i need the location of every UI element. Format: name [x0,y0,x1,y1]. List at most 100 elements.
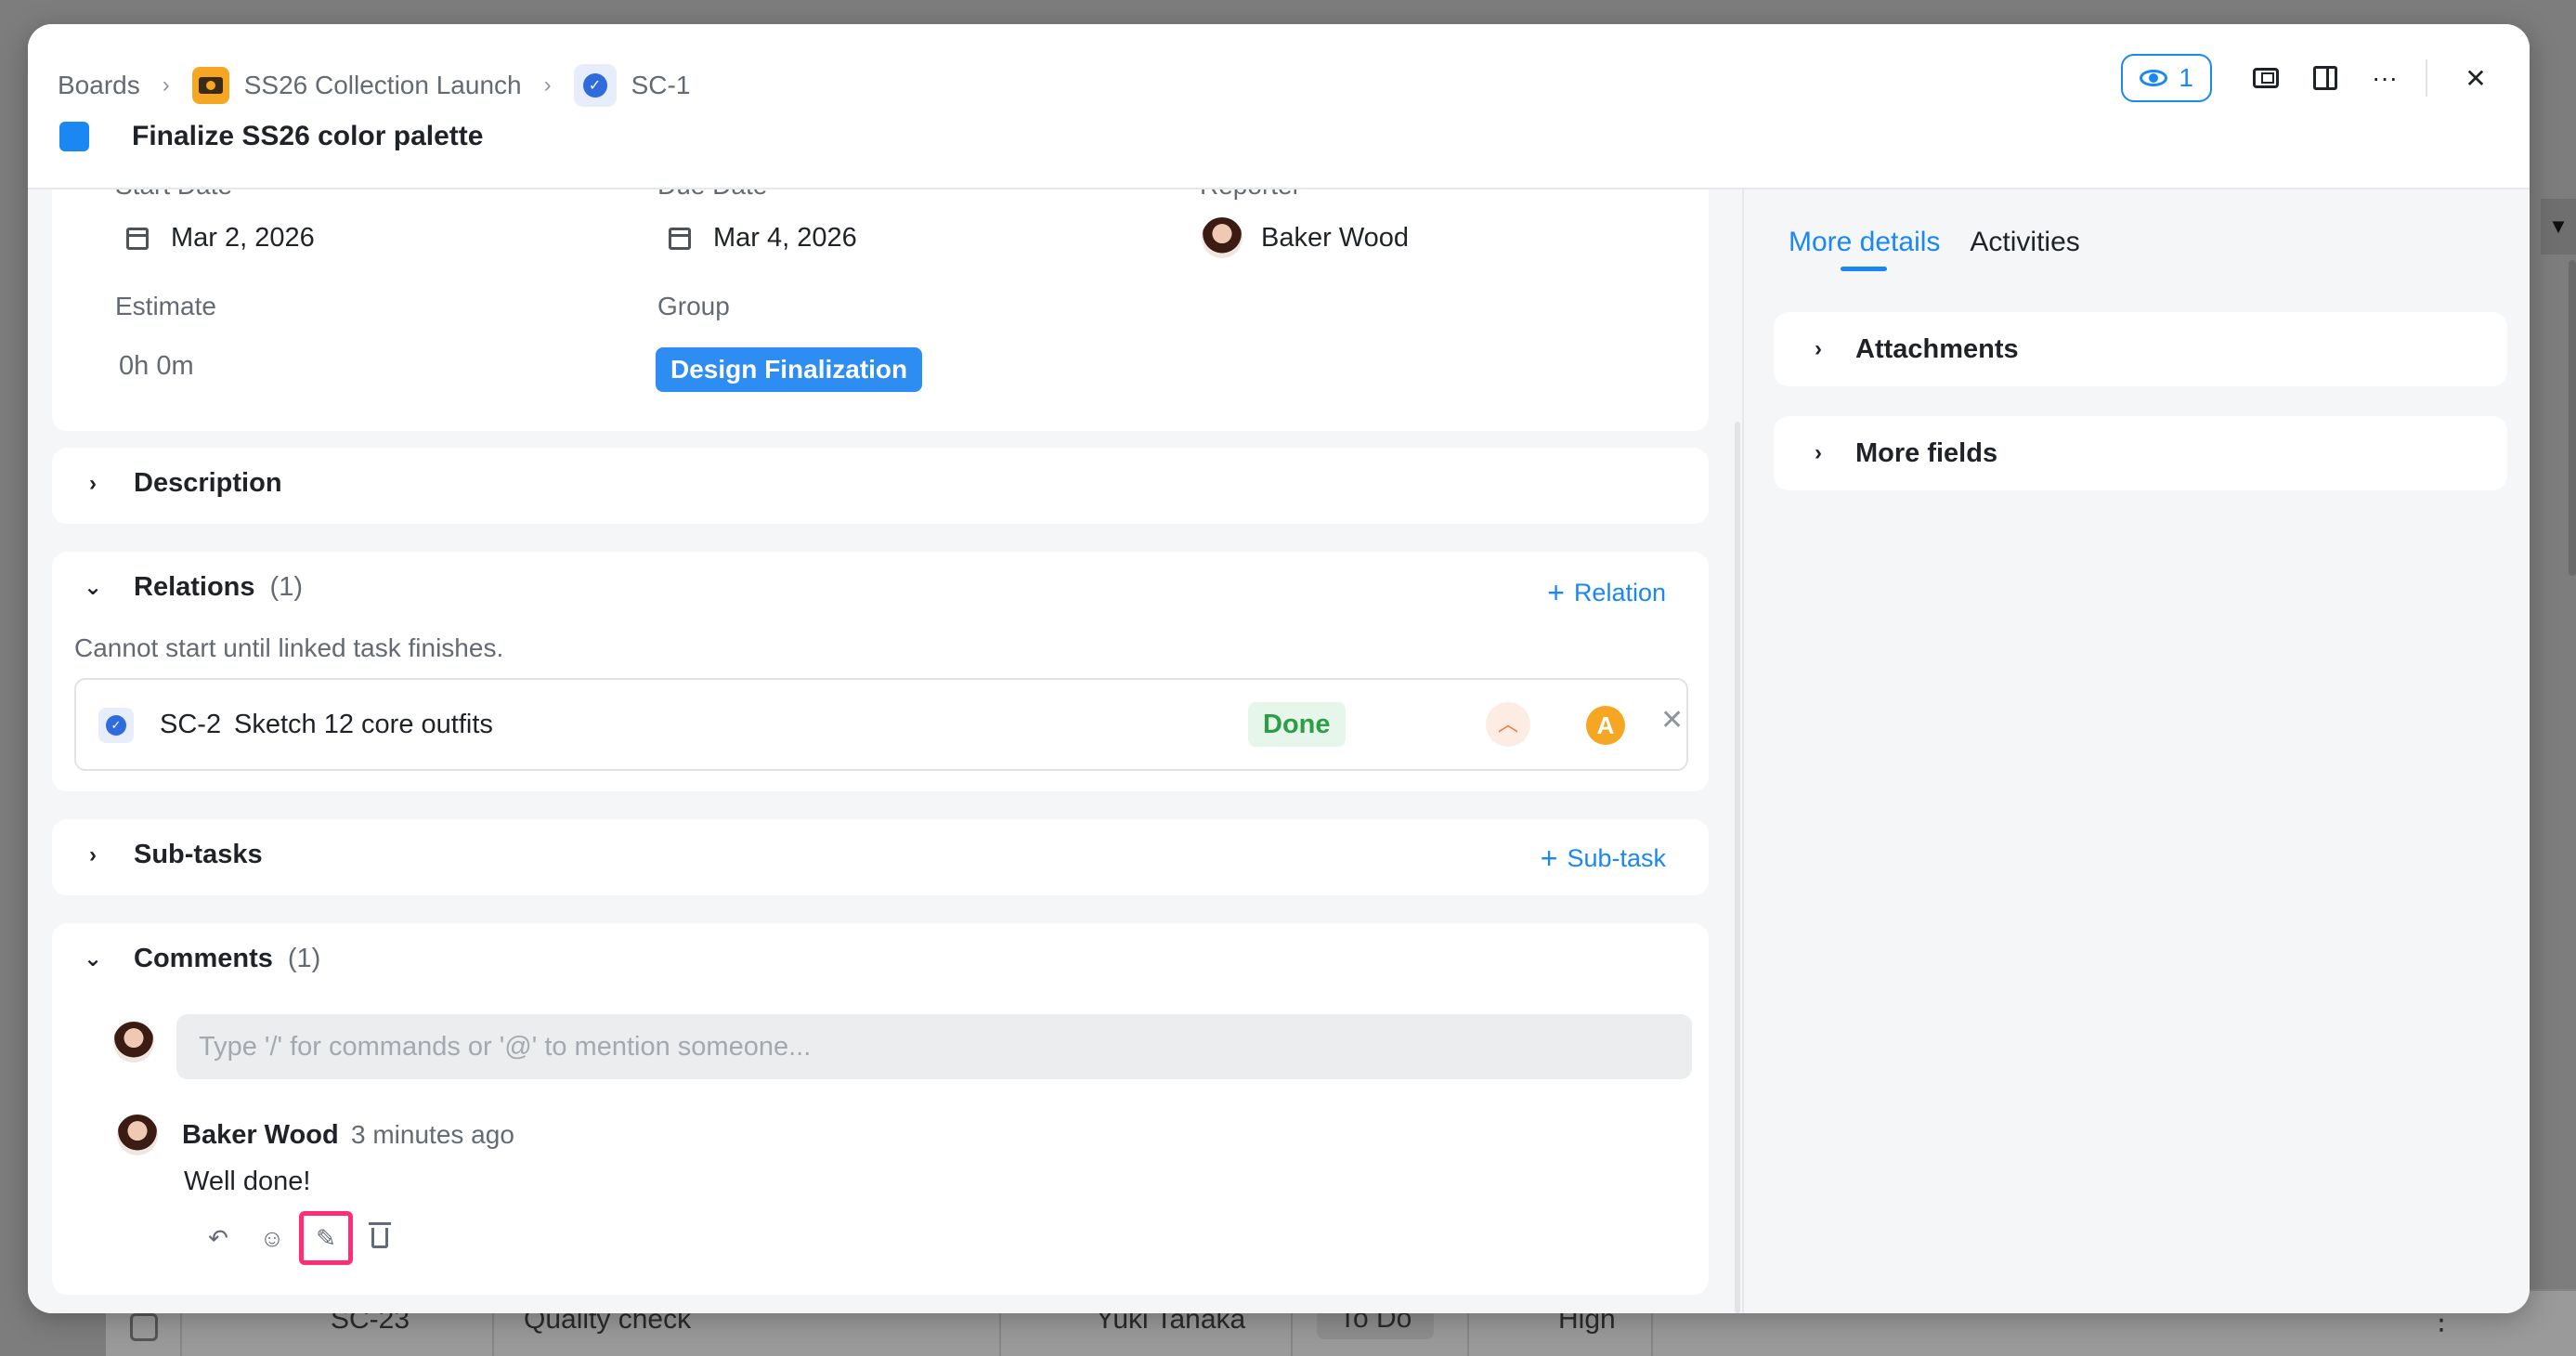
priority-high-icon[interactable]: ︿ [1486,702,1530,747]
chevron-down-icon: ⌄ [83,946,103,971]
add-subtask-label: Sub-task [1567,844,1666,872]
comment-body: Well done! [184,1167,311,1196]
relation-row[interactable]: ✓ SC-2 Sketch 12 core outfits Done ︿ A ✕ [74,678,1688,771]
due-date-field[interactable]: Mar 4, 2026 [669,223,857,254]
avatar [1202,217,1242,258]
comments-title: Comments [134,944,273,973]
modal-header: Boards › SS26 Collection Launch › ✓ SC-1… [28,24,2530,189]
comment-author-avatar [117,1115,158,1155]
comments-count: (1) [287,944,321,973]
more-fields-section[interactable]: › More fields [1774,416,2507,490]
edit-icon[interactable]: ✎ [299,1211,353,1265]
fields-card: Start Date Mar 2, 2026 Due Date Mar 4, 2… [52,189,1709,431]
side-panel-button[interactable] [2299,54,2351,102]
start-date-label: Start Date [115,189,232,201]
delete-button[interactable] [353,1211,407,1265]
close-button[interactable]: ✕ [2450,54,2502,102]
add-subtask-button[interactable]: + Sub-task [1541,841,1666,876]
more-options-button[interactable]: ··· [2359,54,2411,102]
chevron-right-icon: › [89,470,97,496]
start-date-value: Mar 2, 2026 [171,223,315,253]
calendar-icon [126,227,149,250]
reporter-label: Reporter [1200,189,1301,201]
task-main-pane[interactable]: Start Date Mar 2, 2026 Due Date Mar 4, 2… [28,189,1742,1313]
watchers-button[interactable]: 1 [2121,54,2212,102]
chevron-down-icon: ⌄ [83,575,103,600]
comment-author[interactable]: Baker Wood [182,1120,339,1151]
estimate-label: Estimate [115,292,216,320]
header-divider [2426,59,2427,97]
picture-in-picture-button[interactable] [2240,54,2292,102]
header-actions: 1 ··· ✕ [2121,52,2502,104]
tab-activities[interactable]: Activities [1970,227,2079,271]
board-icon [191,67,229,104]
eye-icon [2140,70,2168,86]
estimate-value[interactable]: 0h 0m [119,351,194,382]
remove-relation-icon[interactable]: ✕ [1660,704,1684,737]
more-fields-title: More fields [1855,437,1998,468]
subtasks-header[interactable]: › Sub-tasks [74,840,263,870]
description-section: › Description [52,448,1709,524]
emoji-icon[interactable]: ☺ [245,1211,299,1265]
due-date-label: Due Date [657,189,767,201]
details-pane: More details Activities › Attachments › … [1742,189,2530,1313]
close-icon: ✕ [2465,63,2487,93]
add-relation-label: Relation [1573,579,1666,606]
breadcrumb: Boards › SS26 Collection Launch › ✓ SC-1 [58,59,690,111]
subtasks-title: Sub-tasks [134,840,263,869]
chevron-right-icon: › [543,72,552,98]
calendar-icon [669,227,691,250]
tab-more-details[interactable]: More details [1789,227,1940,271]
relation-task-id[interactable]: SC-2 [160,710,221,740]
details-tabs: More details Activities [1789,227,2110,271]
plus-icon: + [1540,841,1558,875]
board-scrollbar[interactable] [2569,260,2576,576]
relations-note: Cannot start until linked task finishes. [74,633,504,662]
task-title[interactable]: Finalize SS26 color palette [132,121,483,152]
attachments-title: Attachments [1855,333,2019,364]
scroll-down-arrow-icon[interactable]: ▼ [2541,199,2576,254]
group-badge[interactable]: Design Finalization [656,347,923,392]
reply-icon[interactable]: ↶ [191,1211,245,1265]
task-color-swatch[interactable] [59,122,89,151]
trash-icon [369,1222,391,1248]
watchers-count: 1 [2179,63,2193,92]
breadcrumb-board[interactable]: SS26 Collection Launch [244,71,522,100]
comment-actions: ↶ ☺ ✎ [191,1211,407,1265]
description-header[interactable]: › Description [74,468,282,499]
more-icon: ··· [2372,63,2398,92]
task-detail-modal: Boards › SS26 Collection Launch › ✓ SC-1… [28,24,2530,1313]
relation-task-title[interactable]: Sketch 12 core outfits [234,710,493,740]
current-user-avatar [113,1022,154,1063]
comments-section: ⌄ Comments (1) Baker Wood 3 minutes ago … [52,923,1709,1295]
chevron-right-icon: › [1815,440,1822,465]
assignee-avatar[interactable]: A [1586,706,1625,745]
comments-header[interactable]: ⌄ Comments (1) [74,944,320,974]
main-pane-scrollbar[interactable] [1735,422,1740,1313]
group-label: Group [657,292,730,320]
picture-in-picture-icon [2253,68,2279,88]
due-date-value: Mar 4, 2026 [713,223,857,253]
attachments-section[interactable]: › Attachments [1774,312,2507,386]
subtasks-section: › Sub-tasks + Sub-task [52,819,1709,895]
chevron-right-icon: › [1815,336,1822,361]
row-checkbox[interactable] [130,1313,158,1341]
task-type-icon: ✓ [98,708,134,743]
description-title: Description [134,468,282,498]
status-badge[interactable]: Done [1248,702,1346,747]
breadcrumb-task-id[interactable]: SC-1 [631,71,691,100]
relations-count: (1) [269,572,303,602]
relations-header[interactable]: ⌄ Relations (1) [74,572,303,603]
start-date-field[interactable]: Mar 2, 2026 [126,223,315,254]
breadcrumb-boards[interactable]: Boards [58,71,140,100]
comment-timestamp: 3 minutes ago [351,1120,514,1149]
relations-section: ⌄ Relations (1) + Relation Cannot start … [52,552,1709,791]
add-relation-button[interactable]: + Relation [1547,576,1666,610]
relations-title: Relations [134,572,255,602]
chevron-right-icon: › [89,841,97,867]
side-panel-icon [2313,66,2337,90]
reporter-field[interactable]: Baker Wood [1202,217,1409,258]
comment-input[interactable] [176,1014,1692,1079]
task-title-row: Finalize SS26 color palette [59,121,483,152]
plus-icon: + [1547,576,1565,609]
